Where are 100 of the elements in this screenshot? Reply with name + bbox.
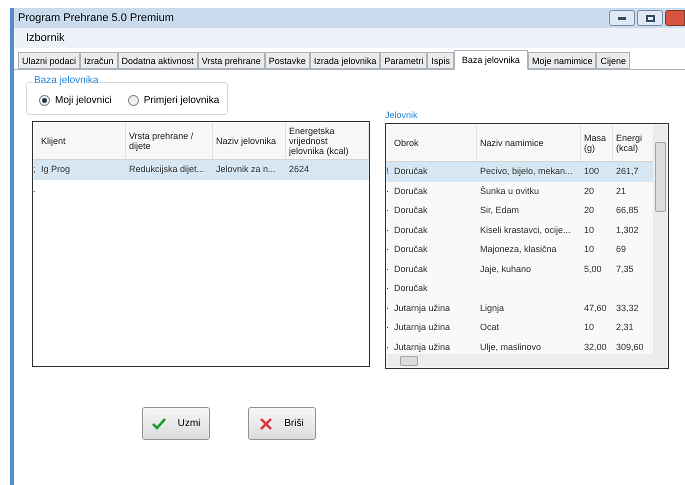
table-row[interactable]: · Doručak Šunka u ovitku 20 21 <box>386 182 653 201</box>
column-header[interactable]: Obrok <box>391 124 477 161</box>
table-cell-text: 33,32 <box>615 302 640 314</box>
column-header[interactable]: Naziv namimice <box>477 124 581 161</box>
tab[interactable]: Vrsta prehrane <box>198 52 265 69</box>
column-header[interactable]: Klijent <box>38 122 126 159</box>
table-cell-text: Jutarnja užina <box>393 340 452 354</box>
table-cell-text: Šunka u ovitku <box>479 184 540 198</box>
table-cell-text: Doručak <box>393 204 429 217</box>
table-cell-text: Jutarnja užina <box>393 321 452 334</box>
tab[interactable]: Baza jelovnika <box>454 50 528 70</box>
radio-option[interactable]: Primjeri jelovnika <box>128 93 220 108</box>
table-cell-text: Ig Prog <box>40 163 72 176</box>
row-marker: · <box>386 226 390 235</box>
table-row[interactable]: . <box>33 180 369 199</box>
row-marker: ; <box>33 165 37 174</box>
tab[interactable]: Izračun <box>80 52 118 69</box>
table-cell-text: 20 <box>583 204 596 217</box>
radio-option[interactable]: Moji jelovnici <box>39 93 112 108</box>
table-row[interactable]: · Doručak Majoneza, klasična 10 69 <box>386 240 653 260</box>
table-row[interactable]: · Doručak Jaje, kuhano 5,00 7,35 <box>386 260 653 279</box>
table-cell-text: 66,85 <box>615 204 640 217</box>
table-cell-text: Doručak <box>393 282 429 295</box>
table-cell-text: 100 <box>583 165 600 178</box>
table-cell-text: 309,60 <box>615 340 645 354</box>
group-title: Baza jelovnika <box>33 76 100 86</box>
column-header[interactable]: Masa (g) <box>581 124 613 161</box>
table-cell-text: Doručak <box>393 184 429 198</box>
table-cell-text: Ocat <box>479 321 500 334</box>
row-marker: · <box>386 284 390 294</box>
table-cell-text: Lignja <box>479 302 506 315</box>
table-row[interactable]: · Doručak Kiseli krastavci, ocije... 10 1,302 <box>386 220 653 240</box>
action-button[interactable]: Uzmi <box>142 407 210 440</box>
vertical-scrollbar[interactable] <box>653 124 668 354</box>
table-cell-text: Pecivo, bijelo, mekan... <box>479 165 574 178</box>
row-marker: · <box>386 186 390 196</box>
table-cell-text: 47,60 <box>583 302 608 314</box>
panel-title: Jelovnik <box>385 109 419 121</box>
table-cell-text: Doručak <box>393 262 429 276</box>
table-cell-text: 2,31 <box>615 321 635 334</box>
row-marker: · <box>386 342 390 352</box>
column-header[interactable]: Vrsta prehrane / dijete <box>126 122 213 159</box>
radio-button[interactable] <box>128 95 139 106</box>
table-cell-text: 69 <box>615 243 628 256</box>
close-button[interactable] <box>665 10 685 26</box>
column-header[interactable]: Naziv jelovnika <box>213 122 286 159</box>
row-marker: · <box>386 304 390 313</box>
table-cell-text: 10 <box>583 243 596 256</box>
radio-label: Primjeri jelovnika <box>144 94 220 108</box>
tab[interactable]: Parametri <box>380 52 428 69</box>
tab[interactable]: Dodatna aktivnost <box>118 52 198 69</box>
table-cell-text: 2624 <box>288 163 310 176</box>
table-cell-text: Doručak <box>393 243 429 256</box>
row-marker: · <box>386 206 390 216</box>
table-row[interactable]: · Doručak <box>386 279 653 298</box>
tab[interactable]: Postavke <box>264 52 310 69</box>
table-cell-text: Redukcijska dijet... <box>128 163 206 176</box>
window-title: Program Prehrane 5.0 Premium <box>18 10 174 26</box>
maximize-button[interactable] <box>637 10 663 26</box>
row-marker: · <box>386 245 390 254</box>
table-row[interactable]: · Jutarnja užina Ulje, maslinovo 32,00 309,60 <box>386 338 653 354</box>
tab[interactable]: Izrada jelovnika <box>310 52 380 69</box>
row-marker: · <box>386 264 390 274</box>
action-button[interactable]: Briši <box>248 407 316 440</box>
table-row[interactable]: · Jutarnja užina Lignja 47,60 33,32 <box>386 298 653 318</box>
horizontal-scrollbar[interactable] <box>386 354 668 368</box>
row-marker: ! <box>386 167 390 176</box>
table-cell-text: 261,7 <box>615 165 640 178</box>
table-cell-text: Kiseli krastavci, ocije... <box>479 224 572 237</box>
radio-label: Moji jelovnici <box>55 94 112 108</box>
table-cell-text: Doručak <box>393 224 429 236</box>
radio-button[interactable] <box>39 95 50 106</box>
row-marker: · <box>386 323 390 332</box>
table-cell-text: Majoneza, klasična <box>479 243 558 256</box>
row-marker: . <box>33 184 37 194</box>
x-icon <box>260 418 272 430</box>
table-row[interactable]: ! Doručak Pecivo, bijelo, mekan... 100 261,7 <box>386 162 653 182</box>
table-cell-text: 20 <box>583 184 596 198</box>
tab[interactable]: Ispis <box>427 52 454 69</box>
minimize-button[interactable] <box>609 10 635 26</box>
table-row[interactable]: ; Ig Prog Redukcijska dijet... Jelovnik za n... 2624 <box>33 160 369 180</box>
column-header[interactable]: Energetska vrijednost jelovnika (kcal) <box>286 122 369 159</box>
tab[interactable]: Moje namimice <box>528 52 596 69</box>
table-cell-text: 1,302 <box>615 224 640 236</box>
table-cell-text: 7,35 <box>615 262 635 276</box>
tab[interactable]: Cijene <box>596 52 630 69</box>
table-cell-text: Doručak <box>393 165 429 178</box>
table-cell-text: Sir, Edam <box>479 204 520 217</box>
table-row[interactable]: · Doručak Sir, Edam 20 66,85 <box>386 201 653 220</box>
table-cell-text: 21 <box>615 184 628 198</box>
table-row[interactable]: · Jutarnja užina Ocat 10 2,31 <box>386 318 653 338</box>
table-cell-text: Jelovnik za n... <box>215 163 277 176</box>
table-cell-text: Jaje, kuhano <box>479 262 532 276</box>
table-cell-text: 32,00 <box>583 340 608 354</box>
tab[interactable]: Ulazni podaci <box>18 52 80 69</box>
checkmark-icon <box>152 418 166 430</box>
table-cell-text: Jutarnja užina <box>393 302 452 315</box>
table-cell-text: 10 <box>583 224 596 236</box>
menu-item[interactable]: Izbornik <box>22 30 69 46</box>
table-cell-text: 10 <box>583 321 596 334</box>
